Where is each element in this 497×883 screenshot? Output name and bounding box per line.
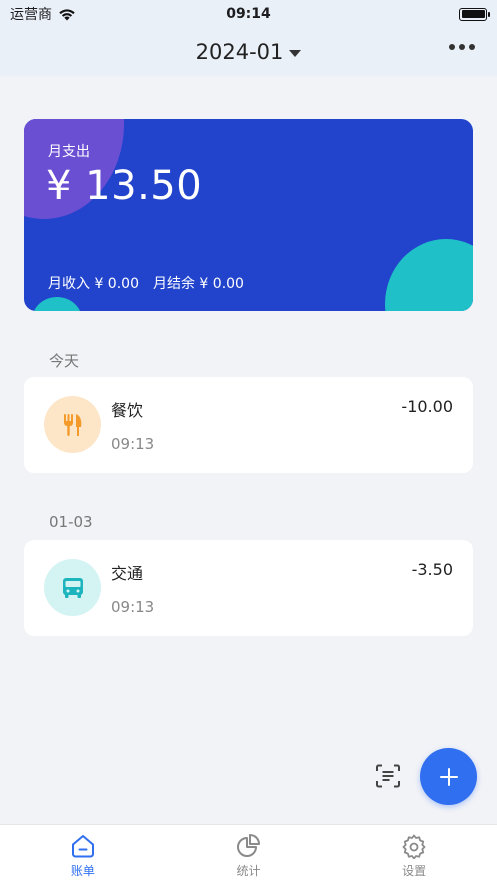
transaction-time: 09:13 [111, 598, 155, 616]
transaction-amount: -3.50 [411, 560, 453, 579]
monthly-balance: 月结余 ¥ 0.00 [152, 276, 244, 292]
more-dot-icon [469, 44, 475, 50]
wifi-icon [59, 8, 75, 20]
category-avatar [44, 396, 101, 453]
tab-settings[interactable]: 设置 [354, 833, 474, 879]
nav-bar: 2024-01 [0, 28, 497, 76]
utensils-icon [63, 413, 81, 436]
status-bar: 运营商 09:14 [0, 0, 497, 28]
add-record-button[interactable] [420, 748, 477, 805]
category-avatar [44, 559, 101, 616]
pie-chart-icon [237, 834, 261, 857]
tab-label: 账单 [70, 864, 95, 878]
transaction-row[interactable]: 交通 09:13 -3.50 [24, 540, 473, 636]
decor-shape [385, 239, 473, 311]
month-selector[interactable]: 2024-01 [196, 40, 302, 64]
transaction-category: 交通 [111, 564, 144, 583]
plus-icon [439, 767, 458, 786]
transaction-time: 09:13 [111, 435, 155, 453]
caret-down-icon [289, 49, 302, 57]
monthly-summary-card: 月支出 ¥ 13.50 月收入 ¥ 0.00 月结余 ¥ 0.00 [24, 119, 473, 311]
scan-receipt-icon[interactable] [375, 764, 401, 788]
tab-bills[interactable]: 账单 [23, 833, 143, 879]
decor-shape [32, 297, 82, 311]
carrier-label: 运营商 [10, 7, 52, 23]
gear-icon [402, 834, 426, 859]
monthly-income: 月收入 ¥ 0.00 [48, 276, 139, 292]
tab-label: 统计 [236, 864, 261, 878]
tab-bar: 账单 统计 设置 [0, 824, 497, 883]
more-dot-icon [459, 44, 465, 50]
more-dot-icon [449, 44, 455, 50]
transaction-category: 餐饮 [111, 401, 144, 420]
tab-statistics[interactable]: 统计 [188, 833, 308, 879]
home-icon [71, 835, 94, 858]
more-button[interactable] [449, 44, 475, 50]
bus-icon [62, 577, 83, 598]
transaction-row[interactable]: 餐饮 09:13 -10.00 [24, 377, 473, 473]
group-date: 今天 [49, 352, 80, 370]
battery-icon [459, 7, 490, 21]
tab-label: 设置 [402, 864, 427, 878]
transaction-amount: -10.00 [401, 397, 453, 416]
group-date: 01-03 [49, 513, 93, 531]
monthly-expense-label: 月支出 [48, 144, 90, 160]
page-title: 2024-01 [195, 40, 284, 64]
monthly-expense-amount: ¥ 13.50 [46, 163, 203, 209]
